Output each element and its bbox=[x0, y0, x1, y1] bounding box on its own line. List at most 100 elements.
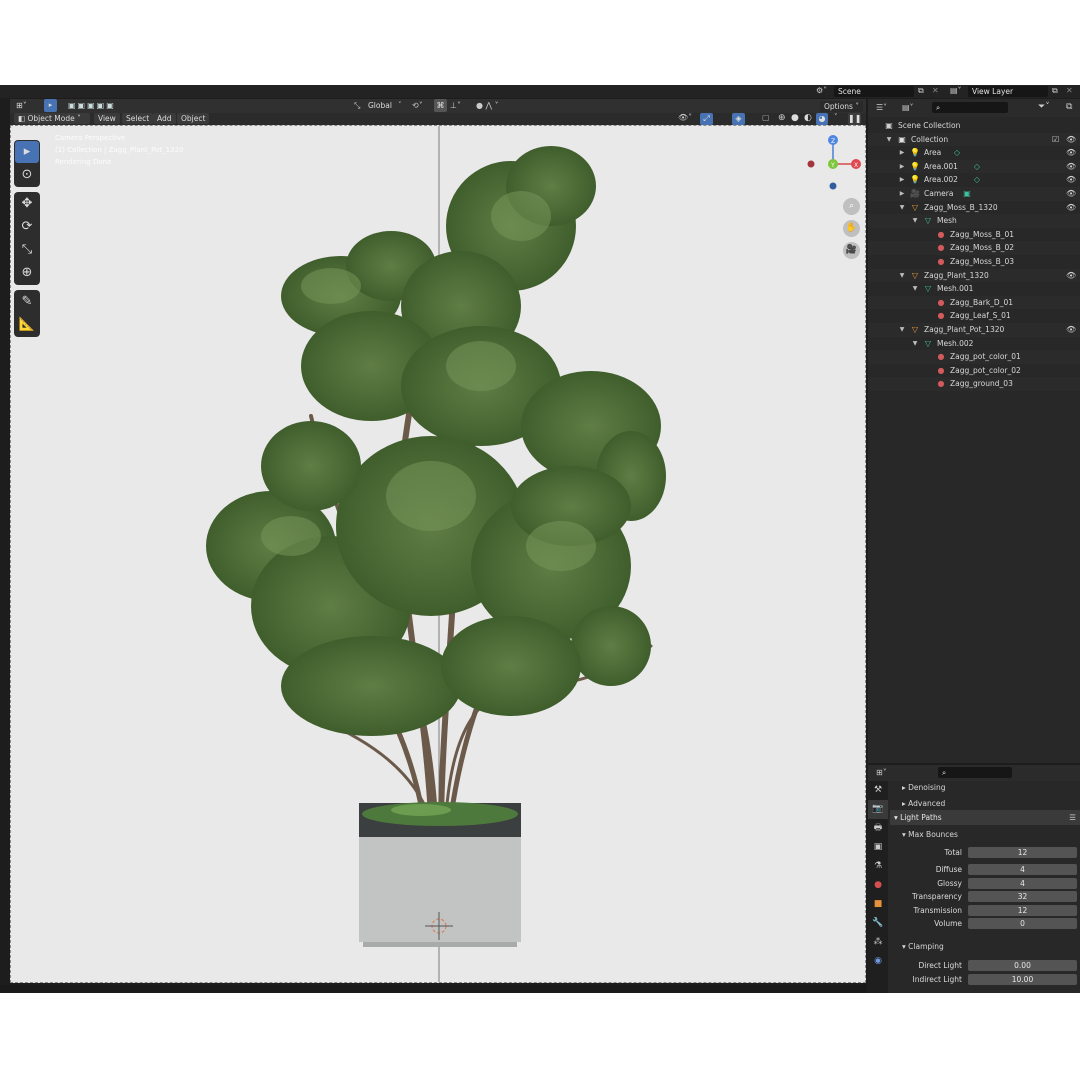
expand-right-icon[interactable]: ▶ bbox=[898, 160, 906, 174]
shading-material-icon[interactable]: ◐ bbox=[804, 113, 812, 123]
measure-icon[interactable]: 📐 bbox=[15, 314, 39, 336]
menu-add[interactable]: Add bbox=[153, 113, 176, 124]
expand-down-icon[interactable]: ▼ bbox=[911, 337, 919, 351]
filter-icon[interactable]: ⏷˅ bbox=[1038, 102, 1050, 112]
snap-target-icon[interactable]: ⊥˅ bbox=[450, 101, 461, 110]
object-data-icon[interactable]: ▣ bbox=[962, 187, 972, 201]
expand-down-icon[interactable]: ▼ bbox=[911, 282, 919, 296]
orientation-select[interactable]: Global bbox=[368, 101, 392, 110]
scale-icon[interactable]: ⤡ bbox=[15, 239, 39, 261]
menu-select[interactable]: Select bbox=[122, 113, 154, 124]
expand-down-icon[interactable]: ▼ bbox=[898, 323, 906, 337]
menu-view[interactable]: View bbox=[94, 113, 120, 124]
xray-icon[interactable]: ▢ bbox=[762, 113, 770, 122]
outliner-row[interactable]: ▼ ▽ Zagg_Plant_Pot_1320 👁 bbox=[868, 323, 1080, 337]
expand-down-icon[interactable]: ▼ bbox=[898, 201, 906, 215]
delete-scene-icon[interactable]: ✕ bbox=[932, 86, 939, 95]
proportional-edit-icon[interactable]: ● ⋀ ˅ bbox=[476, 101, 499, 110]
scene-field[interactable]: Scene bbox=[834, 86, 914, 97]
outliner-row[interactable]: ● Zagg_pot_color_02 bbox=[868, 364, 1080, 378]
display-mode-icon[interactable]: ▤˅ bbox=[902, 103, 914, 112]
expand-right-icon[interactable]: ▶ bbox=[898, 187, 906, 201]
outliner-row[interactable]: ● Zagg_Bark_D_01 bbox=[868, 295, 1080, 310]
property-value-field[interactable]: 0 bbox=[968, 918, 1077, 930]
world-tab-icon[interactable]: ● bbox=[868, 876, 888, 895]
visibility-eye-icon[interactable]: 👁 bbox=[1066, 269, 1076, 283]
shading-solid-icon[interactable]: ● bbox=[791, 113, 799, 123]
snap-icon[interactable]: ⌘ bbox=[434, 99, 447, 112]
gizmo-toggle-icon[interactable]: ⤢ bbox=[700, 113, 713, 125]
transform-icon[interactable]: ⊕ bbox=[15, 262, 39, 284]
editor-type-icon[interactable]: ⊞˅ bbox=[16, 101, 27, 110]
navigation-gizmo[interactable]: Z X Y bbox=[801, 130, 866, 200]
shading-wireframe-icon[interactable]: ⊕ bbox=[778, 113, 786, 123]
outliner-row[interactable]: ▶ 💡 Area.001 ◇ 👁 bbox=[868, 159, 1080, 174]
expand-down-icon[interactable]: ▼ bbox=[911, 214, 919, 228]
output-tab-icon[interactable]: 🖶 bbox=[868, 819, 888, 838]
object-data-icon[interactable]: ◇ bbox=[972, 160, 982, 174]
outliner-row[interactable]: ● Zagg_Moss_B_03 bbox=[868, 255, 1080, 269]
delete-view-layer-icon[interactable]: ✕ bbox=[1066, 86, 1073, 95]
denoising-section[interactable]: ▸ Denoising bbox=[902, 783, 945, 792]
select-mode-icon[interactable]: ▸ bbox=[44, 99, 57, 112]
camera-view-icon[interactable]: 🎥 bbox=[843, 242, 860, 259]
outliner-row[interactable]: ● Zagg_Moss_B_02 bbox=[868, 241, 1080, 255]
advanced-section[interactable]: ▸ Advanced bbox=[902, 799, 945, 808]
new-scene-icon[interactable]: ⧉ bbox=[918, 86, 924, 96]
outliner-row[interactable]: ▶ 💡 Area.002 ◇ 👁 bbox=[868, 173, 1080, 187]
visibility-eye-icon[interactable]: 👁 bbox=[1066, 160, 1076, 174]
options-button[interactable]: Options ˅ bbox=[820, 101, 864, 112]
properties-search-input[interactable]: ⌕ bbox=[938, 767, 1012, 778]
outliner-editor-type-icon[interactable]: ☰˅ bbox=[876, 103, 887, 112]
pivot-icon[interactable]: ⟲˅ bbox=[412, 101, 423, 110]
clamping-subpanel[interactable]: ▾ Clamping bbox=[902, 942, 944, 951]
modifier-tab-icon[interactable]: 🔧 bbox=[868, 914, 888, 933]
visibility-eye-icon[interactable]: 👁 bbox=[1066, 146, 1076, 160]
property-value-field[interactable]: 32 bbox=[968, 891, 1077, 903]
visibility-icon[interactable]: 👁˅ bbox=[678, 113, 692, 122]
pan-hand-icon[interactable]: ✋ bbox=[843, 220, 860, 237]
outliner-row[interactable]: ● Zagg_pot_color_01 bbox=[868, 350, 1080, 364]
orientation-icon[interactable]: ⤡ bbox=[354, 101, 360, 111]
visibility-eye-icon[interactable]: 👁 bbox=[1066, 187, 1076, 201]
pause-render-icon[interactable]: ❚❚ bbox=[848, 113, 861, 125]
object-data-icon[interactable]: ◇ bbox=[952, 146, 962, 160]
move-icon[interactable]: ✥ bbox=[15, 193, 39, 215]
orientation-chevron-down-icon[interactable]: ˅ bbox=[398, 101, 402, 109]
rotate-icon[interactable]: ⟳ bbox=[15, 216, 39, 238]
property-value-field[interactable]: 12 bbox=[968, 847, 1077, 858]
outliner-row[interactable]: ● Zagg_Leaf_S_01 bbox=[868, 309, 1080, 323]
3d-viewport[interactable]: Camera Perspective (1) Collection | Zagg… bbox=[10, 125, 866, 983]
expand-right-icon[interactable]: ▶ bbox=[898, 173, 906, 187]
outliner-row[interactable]: ▼ ▽ Mesh bbox=[868, 214, 1080, 228]
scene-selector-icon[interactable]: ⚙˅ bbox=[816, 86, 832, 97]
outliner-row[interactable]: ▼ ▣ Collection ☑ 👁 bbox=[868, 132, 1080, 147]
visibility-eye-icon[interactable]: 👁 bbox=[1066, 201, 1076, 215]
expand-right-icon[interactable]: ▶ bbox=[898, 146, 906, 160]
select-box-icon[interactable]: ▸ bbox=[15, 141, 39, 163]
new-view-layer-icon[interactable]: ⧉ bbox=[1052, 86, 1058, 96]
zoom-icon[interactable]: ⌕ bbox=[843, 198, 860, 215]
overlay-toggle-icon[interactable]: ◈ bbox=[732, 113, 745, 125]
expand-down-icon[interactable]: ▼ bbox=[898, 269, 906, 283]
outliner-row[interactable]: ▼ ▽ Zagg_Plant_1320 👁 bbox=[868, 268, 1080, 283]
selection-set-icons[interactable]: ▣▣▣▣▣ bbox=[68, 101, 116, 110]
outliner-row[interactable]: ▣ Scene Collection bbox=[868, 119, 1080, 133]
visibility-eye-icon[interactable]: 👁 bbox=[1066, 133, 1076, 147]
outliner-row[interactable]: ▼ ▽ Zagg_Moss_B_1320 👁 bbox=[868, 201, 1080, 215]
outliner-row[interactable]: ● Zagg_ground_03 bbox=[868, 377, 1080, 391]
physics-tab-icon[interactable]: ◉ bbox=[868, 952, 888, 971]
view-layer-icon[interactable]: ▤˅ bbox=[950, 86, 962, 95]
menu-object[interactable]: Object bbox=[177, 113, 210, 124]
outliner-row[interactable]: ▼ ▽ Mesh.001 bbox=[868, 282, 1080, 296]
scene-tab-icon[interactable]: ⚗ bbox=[868, 857, 888, 876]
cursor-icon[interactable]: ⊙ bbox=[15, 164, 39, 186]
object-tab-icon[interactable]: ■ bbox=[868, 895, 888, 914]
exclude-checkbox-icon[interactable]: ☑ bbox=[1052, 133, 1059, 147]
view-layer-field[interactable]: View Layer bbox=[968, 86, 1048, 97]
list-options-icon[interactable]: ☰ bbox=[1069, 810, 1076, 825]
render-tab-icon[interactable]: 📷 bbox=[868, 800, 888, 819]
outliner-row[interactable]: ▼ ▽ Mesh.002 bbox=[868, 337, 1080, 351]
outliner-row[interactable]: ▶ 🎥 Camera ▣ 👁 bbox=[868, 187, 1080, 201]
outliner-search-input[interactable]: ⌕ bbox=[932, 102, 1008, 113]
